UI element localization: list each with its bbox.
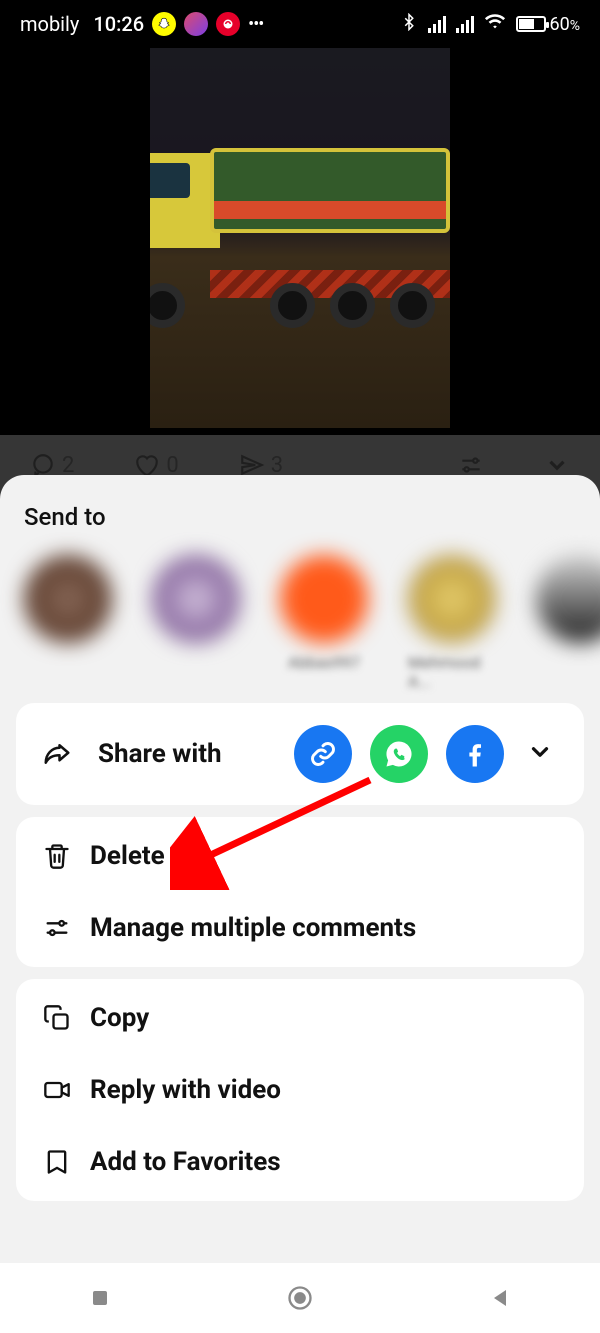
reply-with-video-button[interactable]: Reply with video [16,1057,584,1129]
share-sheet: Send to Abbas997 Mehmood A... Share with [0,475,600,1333]
share-with-row[interactable]: Share with [16,703,584,805]
send-to-title: Send to [0,475,600,543]
contacts-row[interactable]: Abbas997 Mehmood A... [0,543,600,673]
signal-icon-2 [456,15,474,33]
contact-item[interactable] [152,555,240,673]
back-button[interactable] [480,1278,520,1318]
contact-item[interactable] [536,555,600,673]
delete-button[interactable]: Delete [16,817,584,895]
actions-card-2: Copy Reply with video Add to Favorites [16,979,584,1201]
contact-item[interactable] [24,555,112,673]
reply-video-label: Reply with video [90,1075,281,1105]
avatar [152,555,240,643]
bookmark-icon [42,1147,72,1177]
manage-comments-label: Manage multiple comments [90,913,416,943]
battery-percentage: 60% [550,14,581,35]
copy-icon [42,1003,72,1033]
signal-icon-1 [428,15,446,33]
actions-card-1: Delete Manage multiple comments [16,817,584,967]
avatar [280,555,368,643]
battery-icon [516,16,546,32]
recents-button[interactable] [80,1278,120,1318]
app-icon-3 [216,12,240,36]
share-arrow-icon [42,739,72,769]
manage-comments-button[interactable]: Manage multiple comments [16,895,584,967]
video-content [150,148,450,308]
add-to-favorites-button[interactable]: Add to Favorites [16,1129,584,1201]
share-with-label: Share with [98,739,222,769]
video-camera-icon [42,1075,72,1105]
copy-button[interactable]: Copy [16,979,584,1057]
favorites-label: Add to Favorites [90,1147,281,1177]
screen: mobily 10:26 ••• 60% [0,0,600,1333]
delete-label: Delete [90,841,165,871]
copy-label: Copy [90,1003,149,1033]
app-icon-2 [184,12,208,36]
status-bar: mobily 10:26 ••• 60% [0,0,600,48]
snapchat-icon [152,12,176,36]
sliders-icon [42,913,72,943]
avatar [24,555,112,643]
battery-indicator: 60% [516,14,581,35]
status-right: 60% [400,10,581,38]
android-nav-bar [0,1263,600,1333]
wifi-icon [484,10,506,38]
more-notifications-icon: ••• [248,14,263,35]
whatsapp-button[interactable] [370,725,428,783]
trash-icon [42,841,72,871]
facebook-button[interactable] [446,725,504,783]
avatar [408,555,496,643]
avatar [536,555,600,643]
clock: 10:26 [93,12,144,36]
carrier-label: mobily [20,12,79,36]
share-with-card: Share with [16,703,584,805]
expand-share-options[interactable] [522,739,558,769]
home-button[interactable] [280,1278,320,1318]
status-left: mobily 10:26 ••• [20,12,263,36]
bluetooth-icon [400,12,418,36]
contact-item[interactable]: Abbas997 [280,555,368,673]
contact-item[interactable]: Mehmood A... [408,555,496,673]
video-frame [150,48,450,428]
copy-link-button[interactable] [294,725,352,783]
